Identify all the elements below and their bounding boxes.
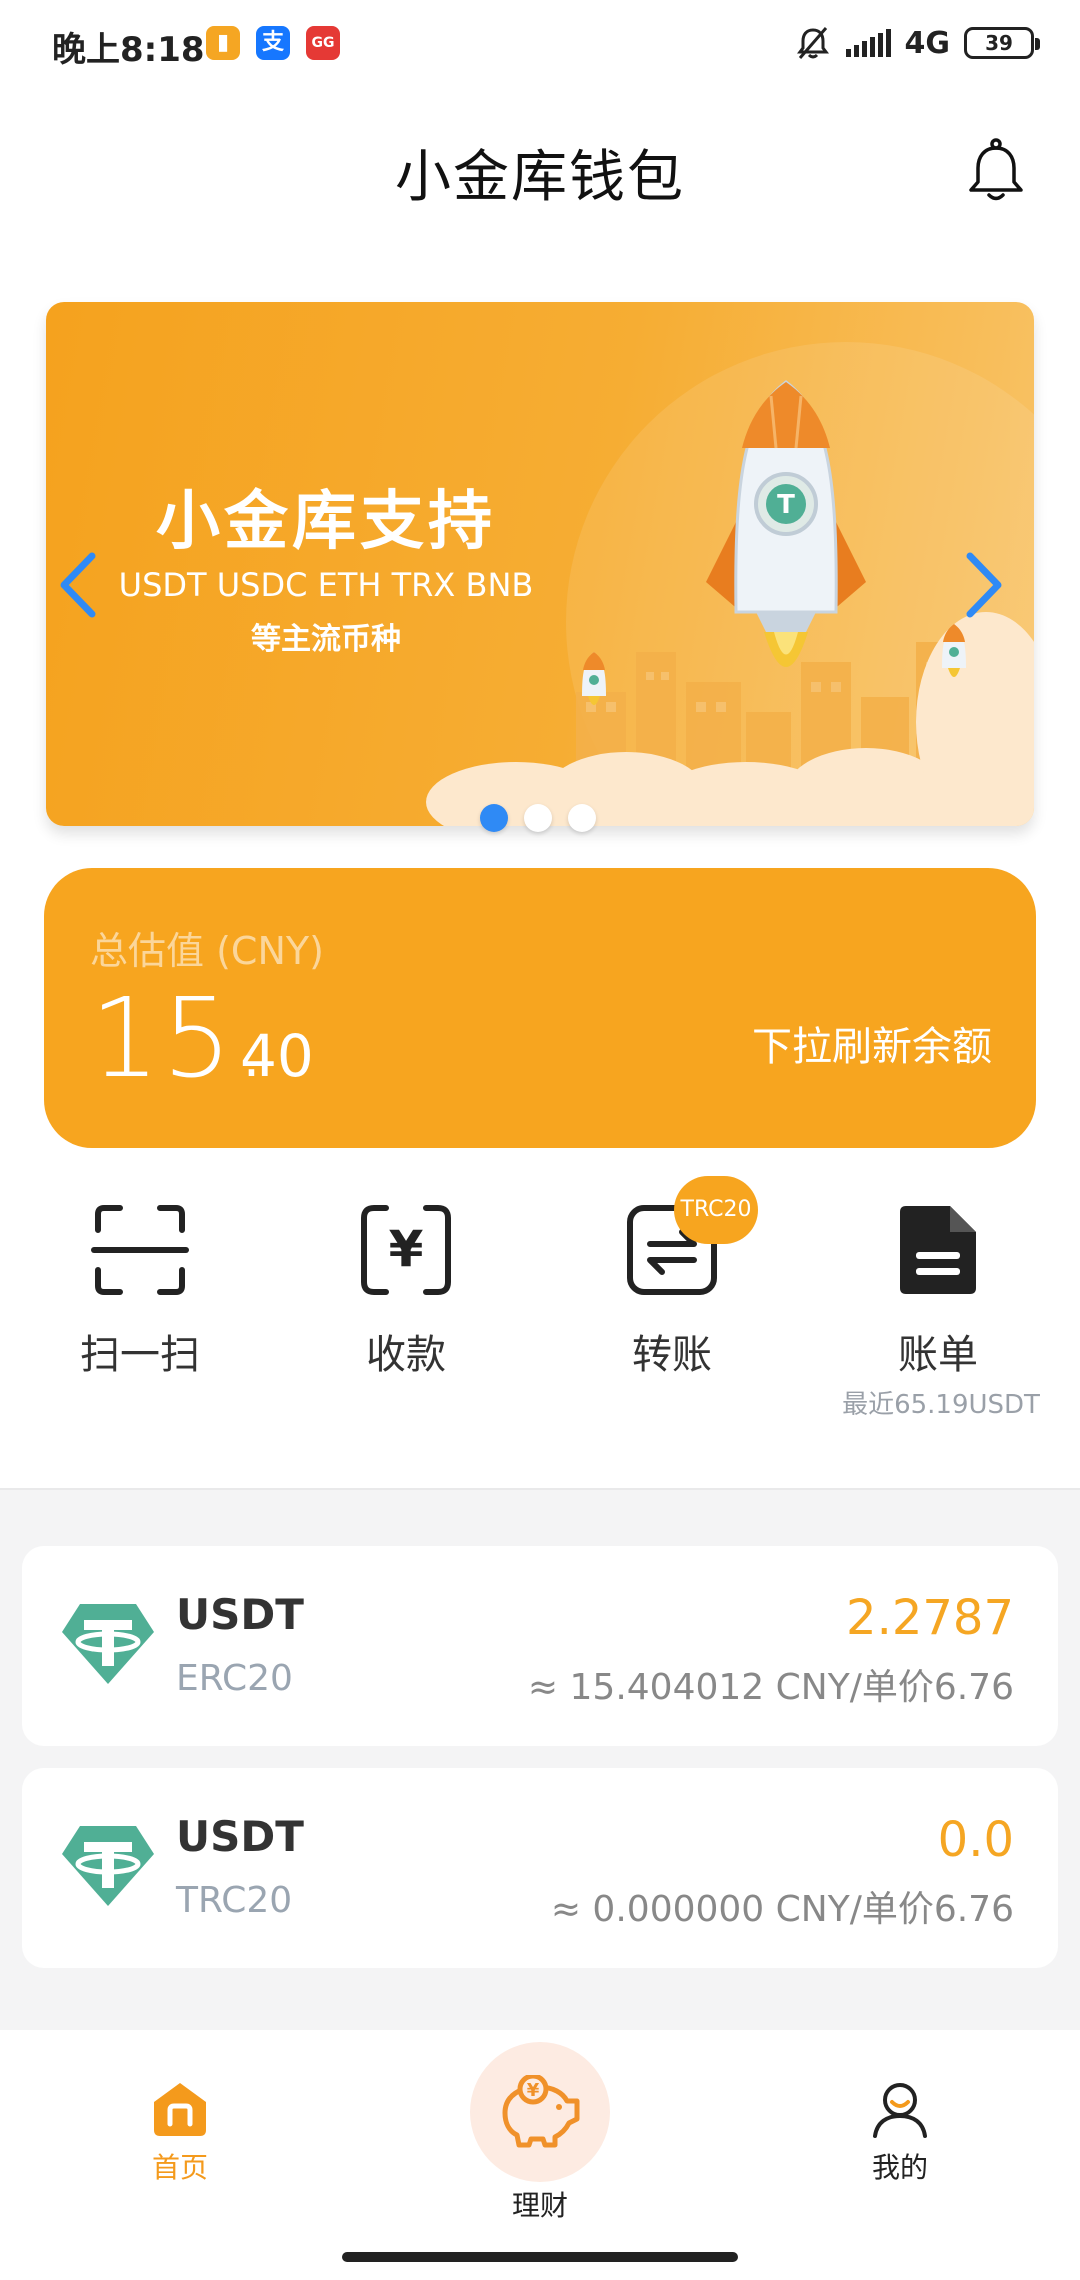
refresh-hint: 下拉刷新余额 [752, 1024, 992, 1070]
bell-icon[interactable] [966, 138, 1026, 204]
transfer-label: 转账 [632, 1332, 712, 1378]
asset-card-usdt-trc20[interactable]: USDT TRC20 0.0 ≈ 0.000000 CNY/单价6.76 [22, 1768, 1058, 1968]
battery-icon: 39 [964, 27, 1040, 59]
nav-finance[interactable]: ¥ 理财 [470, 2042, 610, 2224]
nav-home[interactable]: 首页 [120, 2080, 240, 2186]
nav-mine-label: 我的 [871, 2151, 928, 2184]
asset-amount: 0.0 [937, 1812, 1014, 1868]
status-bar: 晚上8:18 ▮ 支 GG 4G 39 [0, 0, 1080, 90]
status-time: 晚上8:18 [52, 30, 205, 70]
promo-banner[interactable]: T 小金库支持 USDT USDC ETH TRX BNB 等主流币种 [46, 302, 1034, 826]
finance-icon-bg: ¥ [470, 2042, 610, 2182]
mute-icon [796, 27, 829, 59]
nav-mine[interactable]: 我的 [840, 2080, 960, 2186]
svg-text:¥: ¥ [389, 1220, 424, 1278]
asset-card-usdt-erc20[interactable]: USDT ERC20 2.2787 ≈ 15.404012 CNY/单价6.76 [22, 1546, 1058, 1746]
asset-chain: ERC20 [176, 1658, 293, 1699]
scan-label: 扫一扫 [80, 1332, 200, 1378]
trc20-badge: TRC20 [674, 1176, 758, 1244]
receive-button[interactable]: ¥ 收款 [296, 1200, 516, 1380]
receive-label: 收款 [366, 1332, 446, 1378]
carousel-dot-2[interactable] [524, 804, 552, 832]
banner-subtitle: 等主流币种 [251, 622, 401, 657]
svg-text:T: T [777, 490, 795, 520]
tether-icon [62, 1826, 154, 1906]
page-title: 小金库钱包 [395, 145, 685, 210]
svg-text:¥: ¥ [527, 2080, 540, 2101]
bill-button[interactable]: 账单 [828, 1200, 1048, 1380]
balance-decimal: 40 [240, 1022, 314, 1090]
home-icon [154, 2083, 206, 2136]
asset-chain: TRC20 [176, 1880, 293, 1921]
asset-value: ≈ 15.404012 CNY/单价6.76 [527, 1667, 1014, 1708]
carousel-dot-1[interactable] [480, 804, 508, 832]
notes-app-icon: ▮ [206, 26, 240, 60]
nav-finance-label: 理财 [511, 2189, 568, 2222]
receive-icon: ¥ [361, 1205, 451, 1295]
carousel-dot-3[interactable] [568, 804, 596, 832]
chevron-left-icon[interactable] [54, 550, 104, 620]
scan-icon [91, 1205, 189, 1295]
asset-value: ≈ 0.000000 CNY/单价6.76 [550, 1889, 1014, 1930]
section-divider [0, 1488, 1080, 1490]
bill-icon [900, 1206, 976, 1294]
asset-name: USDT [176, 1812, 304, 1861]
scan-button[interactable]: 扫一扫 [30, 1200, 250, 1380]
balance-label: 总估值 (CNY) [90, 929, 324, 973]
network-type: 4G [904, 25, 951, 61]
asset-name: USDT [176, 1590, 304, 1639]
banner-title: 小金库支持 [156, 485, 496, 559]
bill-recent-amount: 最近65.19USDT [842, 1390, 1040, 1420]
piggy-bank-icon: ¥ [502, 2075, 580, 2148]
bottom-nav: 首页 ¥ 理财 我的 [0, 2030, 1080, 2280]
bill-label: 账单 [898, 1332, 978, 1378]
chevron-right-icon[interactable] [958, 550, 1008, 620]
nav-home-label: 首页 [151, 2151, 208, 2184]
game-app-icon: GG [306, 26, 340, 60]
banner-coins: USDT USDC ETH TRX BNB [118, 566, 534, 604]
tether-icon [62, 1604, 154, 1684]
home-indicator [342, 2252, 738, 2262]
alipay-app-icon: 支 [256, 26, 290, 60]
balance-card: 总估值 (CNY) 15. 40 下拉刷新余额 [44, 868, 1036, 1148]
rocket-illustration: T [426, 380, 1034, 826]
user-icon [873, 2083, 927, 2138]
carousel-dots [480, 804, 596, 832]
signal-icon [845, 29, 891, 57]
asset-amount: 2.2787 [846, 1590, 1014, 1646]
